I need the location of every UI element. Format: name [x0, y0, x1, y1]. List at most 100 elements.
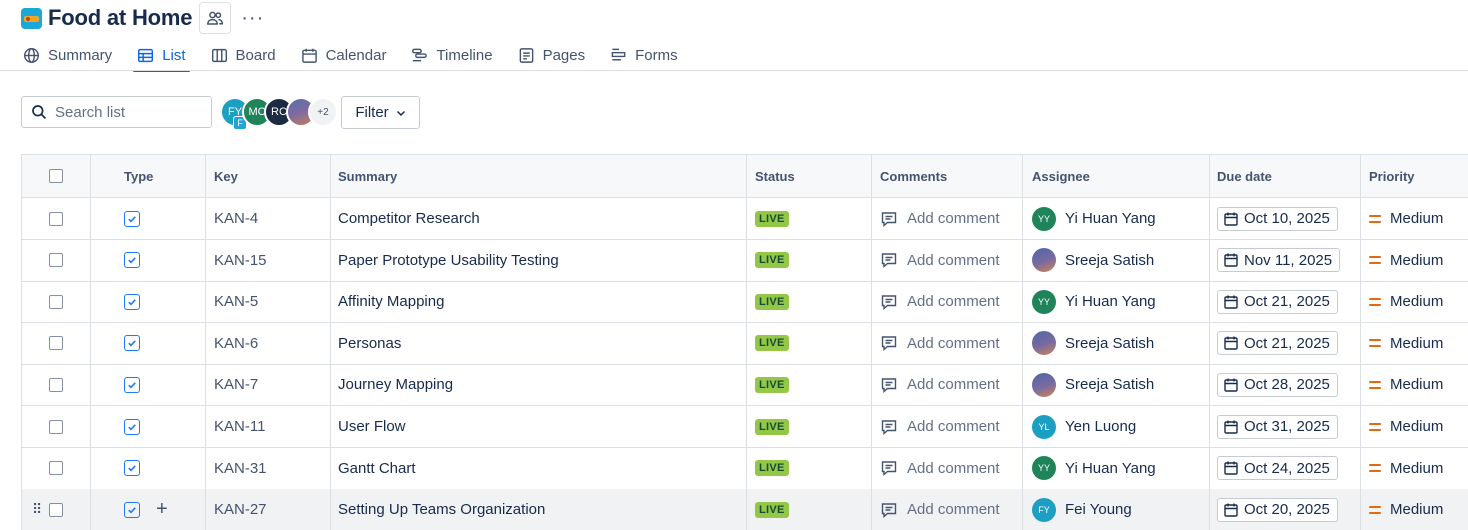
row-checkbox[interactable]	[49, 294, 63, 309]
status-badge[interactable]: LIVE	[755, 293, 789, 310]
issue-key[interactable]: KAN-7	[206, 364, 331, 406]
table-row[interactable]: KAN-7 Journey Mapping LIVE Add comment Sreej…	[22, 364, 1468, 407]
issue-key[interactable]: KAN-4	[206, 198, 331, 239]
tab-list[interactable]: List	[133, 40, 190, 72]
issue-summary[interactable]: Personas	[331, 322, 747, 364]
tab-forms[interactable]: Forms	[608, 40, 680, 70]
more-avatars-button[interactable]: +2	[308, 97, 338, 127]
add-comment-button[interactable]: Add comment	[880, 501, 1000, 519]
due-date[interactable]: Oct 31, 2025	[1217, 414, 1338, 439]
drag-handle-icon[interactable]: ⠿	[32, 502, 42, 516]
priority[interactable]: Medium	[1369, 252, 1443, 269]
add-subtask-button[interactable]: +	[156, 499, 168, 519]
issue-summary[interactable]: Paper Prototype Usability Testing	[331, 239, 747, 281]
tab-board[interactable]: Board	[209, 40, 278, 70]
team-button[interactable]	[199, 2, 232, 34]
column-header-priority[interactable]: Priority	[1361, 155, 1468, 197]
assignee[interactable]: FY Fei Young	[1032, 497, 1132, 522]
table-row[interactable]: KAN-11 User Flow LIVE Add comment YL Yen Luon…	[22, 406, 1468, 448]
add-comment-button[interactable]: Add comment	[880, 376, 1000, 394]
issue-key[interactable]: KAN-5	[206, 281, 331, 323]
assignee[interactable]: YY Yi Huan Yang	[1032, 206, 1156, 231]
status-badge[interactable]: LIVE	[755, 418, 789, 435]
tab-summary[interactable]: Summary	[21, 40, 114, 70]
assignee[interactable]: Sreeja Satish	[1032, 331, 1154, 356]
assignee[interactable]: Sreeja Satish	[1032, 248, 1154, 273]
add-comment-button[interactable]: Add comment	[880, 334, 1000, 352]
tab-pages[interactable]: Pages	[516, 40, 588, 70]
due-date[interactable]: Oct 10, 2025	[1217, 206, 1338, 231]
priority[interactable]: Medium	[1369, 293, 1443, 310]
search-box[interactable]	[21, 96, 212, 128]
issue-summary[interactable]: User Flow	[331, 406, 747, 447]
row-checkbox[interactable]	[49, 419, 63, 434]
search-input[interactable]	[55, 103, 205, 121]
table-row[interactable]: KAN-15 Paper Prototype Usability Testing L…	[22, 239, 1468, 282]
issue-summary[interactable]: Setting Up Teams Organization	[331, 489, 747, 530]
due-date[interactable]: Oct 21, 2025	[1217, 331, 1338, 356]
due-date[interactable]: Oct 20, 2025	[1217, 497, 1338, 522]
status-badge[interactable]: LIVE	[755, 501, 789, 518]
status-badge[interactable]: LIVE	[755, 252, 789, 269]
column-header-assignee[interactable]: Assignee	[1023, 155, 1210, 197]
add-comment-button[interactable]: Add comment	[880, 459, 1000, 477]
due-date[interactable]: Nov 11, 2025	[1217, 248, 1341, 273]
issue-key[interactable]: KAN-6	[206, 322, 331, 364]
issue-key[interactable]: KAN-11	[206, 406, 331, 447]
status-badge[interactable]: LIVE	[755, 335, 789, 352]
assignee[interactable]: YY Yi Huan Yang	[1032, 456, 1156, 481]
add-comment-button[interactable]: Add comment	[880, 418, 1000, 436]
column-header-due-date[interactable]: Due date	[1210, 155, 1361, 197]
column-header-type[interactable]: Type	[91, 155, 206, 197]
priority-medium-icon	[1369, 214, 1381, 223]
priority[interactable]: Medium	[1369, 418, 1443, 435]
row-checkbox[interactable]	[49, 336, 63, 351]
tab-calendar[interactable]: Calendar	[299, 40, 389, 70]
row-checkbox[interactable]	[49, 461, 63, 476]
status-badge[interactable]: LIVE	[755, 376, 789, 393]
row-checkbox[interactable]	[49, 502, 63, 517]
table-row[interactable]: KAN-5 Affinity Mapping LIVE Add comment YY Yi…	[22, 281, 1468, 324]
add-comment-button[interactable]: Add comment	[880, 251, 1000, 269]
add-comment-button[interactable]: Add comment	[880, 210, 1000, 228]
tab-timeline[interactable]: Timeline	[409, 40, 494, 70]
priority-label: Medium	[1390, 418, 1444, 435]
due-date[interactable]: Oct 24, 2025	[1217, 456, 1338, 481]
priority[interactable]: Medium	[1369, 210, 1443, 227]
status-badge[interactable]: LIVE	[755, 460, 789, 477]
row-checkbox[interactable]	[49, 253, 63, 268]
due-date[interactable]: Oct 28, 2025	[1217, 372, 1338, 397]
column-header-key[interactable]: Key	[206, 155, 331, 197]
select-all-checkbox[interactable]	[49, 169, 63, 183]
type-cell: +	[91, 489, 206, 530]
issue-key[interactable]: KAN-31	[206, 447, 331, 489]
issue-key[interactable]: KAN-27	[206, 489, 331, 530]
row-checkbox[interactable]	[49, 211, 63, 226]
column-header-status[interactable]: Status	[747, 155, 872, 197]
column-header-summary[interactable]: Summary	[331, 155, 747, 197]
status-badge[interactable]: LIVE	[755, 210, 789, 227]
priority[interactable]: Medium	[1369, 501, 1443, 518]
issue-summary[interactable]: Competitor Research	[331, 198, 747, 239]
priority[interactable]: Medium	[1369, 376, 1443, 393]
row-checkbox[interactable]	[49, 377, 63, 392]
more-actions-button[interactable]: ···	[241, 8, 264, 28]
issue-summary[interactable]: Affinity Mapping	[331, 281, 747, 323]
table-row[interactable]: ⠿ + KAN-27 Setting Up Teams Organization LIV…	[22, 489, 1468, 530]
table-row[interactable]: KAN-31 Gantt Chart LIVE Add comment YY Yi Hua…	[22, 447, 1468, 490]
filter-button[interactable]: Filter	[341, 96, 420, 129]
due-date[interactable]: Oct 21, 2025	[1217, 289, 1338, 314]
issue-summary[interactable]: Journey Mapping	[331, 364, 747, 406]
priority[interactable]: Medium	[1369, 335, 1443, 352]
table-row[interactable]: KAN-4 Competitor Research LIVE Add comment Y…	[22, 198, 1468, 240]
issue-summary[interactable]: Gantt Chart	[331, 447, 747, 489]
assignee[interactable]: Sreeja Satish	[1032, 372, 1154, 397]
assignee[interactable]: YL Yen Luong	[1032, 414, 1136, 439]
table-row[interactable]: KAN-6 Personas LIVE Add comment Sreeja Satis…	[22, 322, 1468, 365]
add-comment-label: Add comment	[907, 251, 1000, 269]
assignee[interactable]: YY Yi Huan Yang	[1032, 289, 1156, 314]
add-comment-button[interactable]: Add comment	[880, 293, 1000, 311]
priority[interactable]: Medium	[1369, 460, 1443, 477]
column-header-comments[interactable]: Comments	[872, 155, 1023, 197]
issue-key[interactable]: KAN-15	[206, 239, 331, 281]
